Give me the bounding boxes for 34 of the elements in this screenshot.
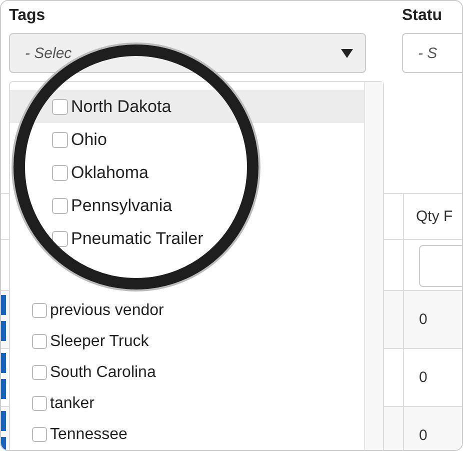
tag-strip [1, 411, 6, 431]
caret-icon [341, 48, 353, 58]
dropdown-option[interactable]: previous vendor [10, 295, 365, 326]
status-select[interactable]: - S [402, 33, 462, 73]
dropdown-option[interactable]: Pennsylvania [10, 189, 365, 222]
checkbox[interactable] [32, 427, 47, 442]
tag-strip [1, 379, 6, 399]
dropdown-option[interactable]: Pneumatic Trailer [10, 222, 365, 255]
tag-strip [1, 295, 6, 315]
checkbox[interactable] [52, 132, 68, 148]
checkbox[interactable] [32, 365, 47, 380]
table-cell-text: 0 [418, 426, 428, 446]
status-label: Statu [402, 7, 443, 26]
dropdown-option[interactable]: North Dakota [10, 90, 365, 123]
dropdown-option[interactable]: Oklahoma [10, 156, 365, 189]
dropdown-option[interactable]: tanker [10, 388, 365, 419]
tag-strip [1, 353, 6, 373]
table-cell-text: 0 [418, 368, 428, 388]
checkbox[interactable] [32, 334, 47, 349]
table-cell-text: 0 [418, 310, 428, 330]
dropdown-option[interactable]: Sleeper Truck [10, 326, 365, 357]
checkbox[interactable] [32, 396, 47, 411]
tag-strip [1, 321, 6, 341]
filter-input[interactable] [419, 245, 462, 287]
dropdown-option[interactable]: Ohio [10, 123, 365, 156]
checkbox[interactable] [52, 98, 68, 114]
checkbox[interactable] [32, 303, 47, 318]
checkbox[interactable] [52, 198, 68, 214]
column-header: Qty F [415, 207, 454, 227]
tags-label: Tags [9, 7, 46, 26]
dropdown-option[interactable]: South Carolina [10, 357, 365, 388]
checkbox[interactable] [52, 164, 68, 180]
checkbox[interactable] [52, 230, 68, 246]
dropdown-option[interactable]: Tennessee [10, 419, 365, 450]
